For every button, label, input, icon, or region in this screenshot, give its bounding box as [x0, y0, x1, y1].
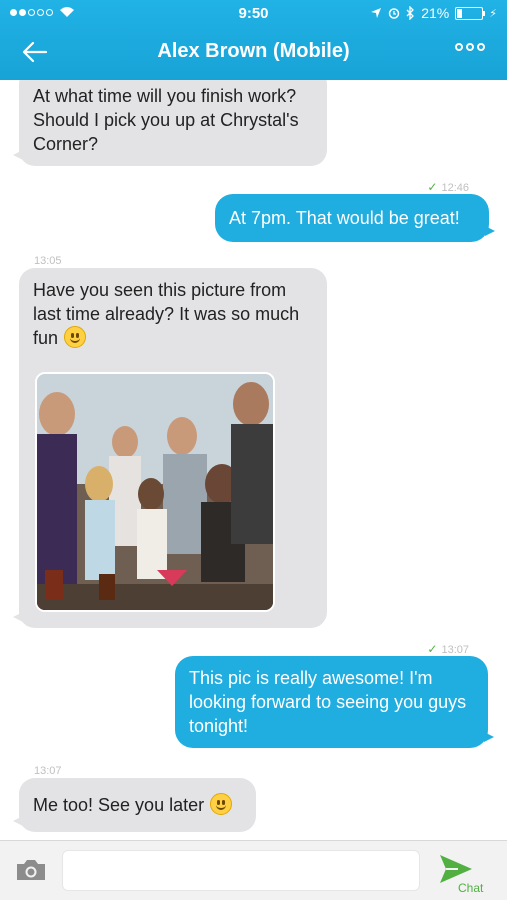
message-text: At 7pm. That would be great!: [229, 208, 460, 228]
message-bubble[interactable]: This pic is really awesome! I'm looking …: [175, 656, 494, 748]
message-text: Me too! See you later: [33, 795, 205, 815]
message-bubble[interactable]: Me too! See you later: [13, 778, 256, 832]
message-input[interactable]: [62, 850, 420, 891]
group-photo-image: [37, 374, 273, 610]
message-timestamp: 13:07: [34, 765, 62, 777]
read-check-icon: ✓: [427, 642, 438, 656]
header: 9:50 21% ⚡ Alex Brown (Mobile): [0, 0, 507, 80]
bluetooth-icon: [406, 6, 415, 20]
message-text: At what time will you finish work? Shoul…: [33, 86, 299, 154]
message-timestamp: ✓ 12:46: [427, 180, 469, 194]
send-label: Chat: [458, 881, 484, 895]
message-text: This pic is really awesome! I'm looking …: [189, 668, 467, 736]
nav-bar: Alex Brown (Mobile): [0, 30, 507, 76]
location-icon: [371, 8, 382, 18]
battery-icon: [455, 6, 486, 20]
battery-percent: 21%: [421, 5, 450, 21]
charging-icon: ⚡: [489, 7, 497, 20]
smiling-face-emoji-icon: [210, 793, 233, 815]
send-button[interactable]: Chat: [438, 853, 488, 897]
status-bar: 9:50 21% ⚡: [0, 0, 507, 28]
message-timestamp: 13:05: [34, 255, 62, 267]
message-bubble[interactable]: At 7pm. That would be great!: [215, 194, 495, 242]
message-timestamp: ✓ 13:07: [427, 642, 469, 656]
chat-title[interactable]: Alex Brown (Mobile): [0, 40, 507, 63]
message-bubble[interactable]: Have you seen this picture from last tim…: [13, 268, 327, 628]
composer-bar: Chat: [0, 840, 507, 900]
message-bubble[interactable]: At what time will you finish work? Shoul…: [13, 80, 327, 166]
read-check-icon: ✓: [427, 180, 438, 194]
more-options-icon[interactable]: [455, 43, 485, 51]
alarm-icon: [388, 8, 400, 19]
grinning-face-emoji-icon: [64, 326, 87, 348]
camera-icon[interactable]: [15, 858, 47, 882]
message-list[interactable]: At what time will you finish work? Shoul…: [0, 80, 507, 840]
shared-photo[interactable]: [35, 372, 275, 612]
